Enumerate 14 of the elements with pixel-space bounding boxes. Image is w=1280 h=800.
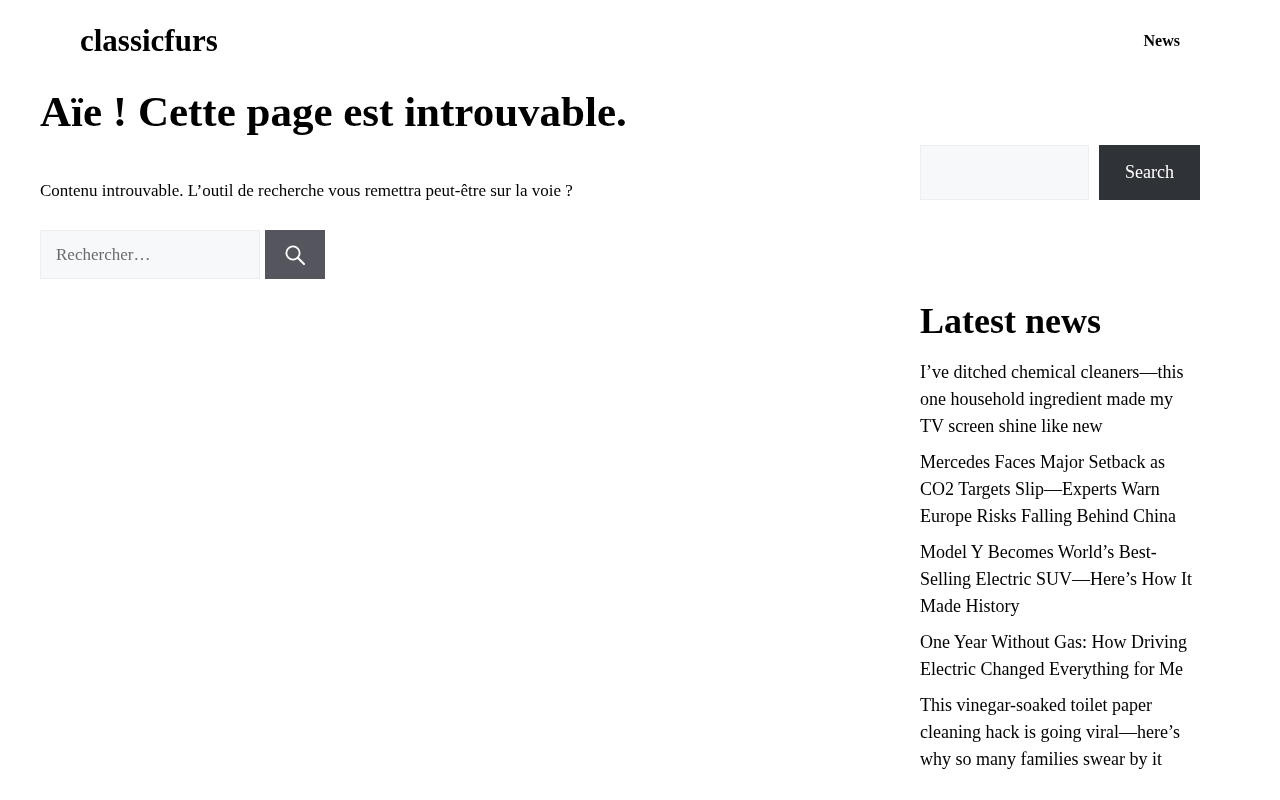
- search-button[interactable]: Search: [1099, 145, 1200, 200]
- news-link[interactable]: One Year Without Gas: How Driving Electric Changed Everything for Me: [920, 629, 1200, 684]
- section-heading: Latest news: [920, 300, 1102, 343]
- page-heading: Aïe ! Cette page est introuvable.: [40, 87, 628, 137]
- site-logo[interactable]: classicfurs: [80, 22, 218, 60]
- news-link[interactable]: Mercedes Faces Major Setback as CO2 Targets Slip—Experts Warn Europe Risks Falling Behind China: [920, 449, 1200, 531]
- news-link[interactable]: I’ve ditched chemical cleaners—this one household ingredient made my TV screen shine like new: [920, 359, 1200, 441]
- search-field[interactable]: Rechercher…: [40, 230, 260, 280]
- news-link[interactable]: This vinegar-soaked toilet paper cleaning hack is going viral—here’s why so many families swear by it: [920, 692, 1200, 774]
- search-icon: [285, 244, 305, 265]
- nav-link[interactable]: News: [1143, 29, 1180, 53]
- news-link[interactable]: Model Y Becomes World’s Best-Selling Electric SUV—Here’s How It Made History: [920, 539, 1200, 621]
- search-button[interactable]: [265, 230, 325, 280]
- message-text: Contenu introuvable. L’outil de recherche vous remettra peut-être sur la voie ?: [40, 179, 574, 202]
